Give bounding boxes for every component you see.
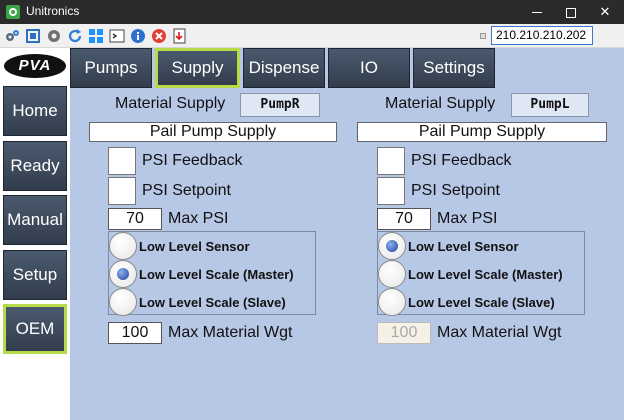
nav-setup-button[interactable]: Setup: [3, 250, 67, 300]
material-supply-label: Material Supply: [385, 95, 496, 112]
maximize-icon: [566, 7, 576, 18]
psi-feedback-checkbox[interactable]: [108, 147, 136, 175]
max-psi-input[interactable]: 70: [108, 208, 162, 230]
radio-label-low-level-sensor: Low Level Sensor: [139, 239, 250, 254]
low-level-radio-group: Low Level Sensor Low Level Scale (Master…: [108, 231, 316, 316]
radio-low-level-sensor[interactable]: [109, 232, 137, 260]
minimize-icon: [532, 12, 542, 14]
refresh-icon[interactable]: [67, 28, 83, 44]
low-level-radio-group: Low Level Sensor Low Level Scale (Master…: [377, 231, 585, 316]
nav-manual-button[interactable]: Manual: [3, 195, 67, 245]
pump-name-badge: PumpR: [240, 93, 320, 117]
radio-low-level-scale-master[interactable]: [378, 260, 406, 288]
windows-icon[interactable]: [88, 28, 104, 44]
max-psi-input[interactable]: 70: [377, 208, 431, 230]
max-psi-label: Max PSI: [168, 210, 229, 227]
psi-setpoint-label: PSI Setpoint: [142, 182, 231, 199]
close-button[interactable]: ✕: [588, 0, 622, 24]
ip-address-field[interactable]: 210.210.210.202: [491, 26, 593, 45]
max-psi-label: Max PSI: [437, 210, 498, 227]
main-panel: Pumps Supply Dispense IO Settings Materi…: [70, 48, 624, 420]
fullscreen-icon[interactable]: [25, 28, 41, 44]
psi-feedback-label: PSI Feedback: [142, 152, 243, 169]
psi-setpoint-label: PSI Setpoint: [411, 182, 500, 199]
download-file-icon[interactable]: [172, 28, 188, 44]
tab-pumps[interactable]: Pumps: [70, 48, 152, 88]
gear-icon[interactable]: [46, 28, 62, 44]
close-icon: ✕: [599, 4, 611, 19]
radio-label-low-level-scale-slave: Low Level Scale (Slave): [139, 295, 286, 310]
stop-icon[interactable]: [151, 28, 167, 44]
info-icon[interactable]: [130, 28, 146, 44]
psi-setpoint-checkbox[interactable]: [377, 177, 405, 205]
title-bar: Unitronics ✕: [0, 0, 624, 24]
nav-oem-button[interactable]: OEM: [3, 304, 67, 354]
radio-low-level-scale-master[interactable]: [109, 260, 137, 288]
supply-type-field[interactable]: Pail Pump Supply: [357, 122, 607, 142]
pva-logo: PVA: [4, 54, 66, 78]
tab-supply[interactable]: Supply: [155, 48, 240, 88]
psi-setpoint-checkbox[interactable]: [108, 177, 136, 205]
connection-indicator: [480, 33, 486, 39]
radio-low-level-scale-slave[interactable]: [109, 288, 137, 316]
radio-label-low-level-scale-master: Low Level Scale (Master): [139, 267, 294, 282]
nav-home-button[interactable]: Home: [3, 86, 67, 136]
radio-low-level-scale-slave[interactable]: [378, 288, 406, 316]
radio-label-low-level-sensor: Low Level Sensor: [408, 239, 519, 254]
tab-dispense[interactable]: Dispense: [243, 48, 325, 88]
unitronics-app-icon: [6, 5, 20, 19]
supply-type-field[interactable]: Pail Pump Supply: [89, 122, 337, 142]
tab-settings[interactable]: Settings: [413, 48, 495, 88]
psi-feedback-checkbox[interactable]: [377, 147, 405, 175]
max-material-wgt-input[interactable]: 100: [108, 322, 162, 344]
max-material-wgt-label: Max Material Wgt: [437, 324, 562, 341]
radio-low-level-sensor[interactable]: [378, 232, 406, 260]
max-material-wgt-input[interactable]: 100: [377, 322, 431, 344]
psi-feedback-label: PSI Feedback: [411, 152, 512, 169]
radio-label-low-level-scale-master: Low Level Scale (Master): [408, 267, 563, 282]
window-title: Unitronics: [26, 4, 80, 18]
pump-name-badge: PumpL: [511, 93, 589, 117]
radio-label-low-level-scale-slave: Low Level Scale (Slave): [408, 295, 555, 310]
terminal-icon[interactable]: [109, 28, 125, 44]
nav-ready-button[interactable]: Ready: [3, 141, 67, 191]
settings-cogs-icon[interactable]: [4, 28, 20, 44]
minimize-button[interactable]: [520, 0, 554, 24]
max-material-wgt-label: Max Material Wgt: [168, 324, 293, 341]
left-nav-panel: PVA Home Ready Manual Setup OEM: [0, 48, 70, 420]
maximize-button[interactable]: [554, 0, 588, 24]
material-supply-label: Material Supply: [115, 95, 226, 112]
tab-io[interactable]: IO: [328, 48, 410, 88]
toolbar: 210.210.210.202: [0, 24, 624, 48]
